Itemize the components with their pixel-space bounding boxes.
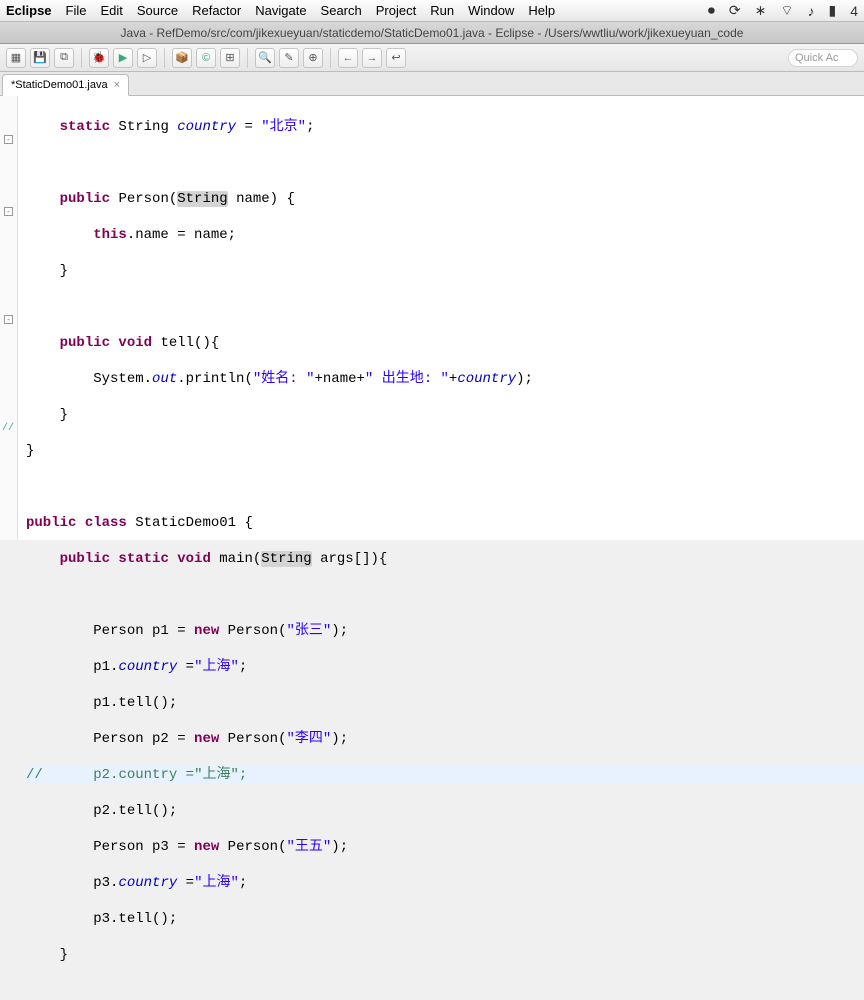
tab-staticdemo01[interactable]: *StaticDemo01.java × <box>2 74 129 96</box>
menu-navigate[interactable]: Navigate <box>255 3 306 18</box>
app-name: Eclipse <box>6 3 52 18</box>
quick-access[interactable]: Quick Ac <box>788 49 858 67</box>
annotation-button[interactable]: ⊕ <box>303 48 323 68</box>
code-editor[interactable]: static String country = "北京"; public Per… <box>18 96 864 540</box>
menu-project[interactable]: Project <box>376 3 416 18</box>
menu-edit[interactable]: Edit <box>100 3 122 18</box>
menubar: Eclipse File Edit Source Refactor Naviga… <box>0 0 864 22</box>
run-last-button[interactable]: ▷ <box>137 48 157 68</box>
volume-icon[interactable]: ♪ <box>807 3 814 19</box>
gutter[interactable]: - - - // <box>0 96 18 540</box>
menu-file[interactable]: File <box>66 3 87 18</box>
sync-icon[interactable]: ⟳ <box>729 2 741 19</box>
menu-source[interactable]: Source <box>137 3 178 18</box>
new-button[interactable]: ▦ <box>6 48 26 68</box>
open-type-button[interactable]: ⊞ <box>220 48 240 68</box>
fold-icon[interactable]: - <box>4 315 13 324</box>
recording-icon[interactable]: ⏺ <box>708 2 715 19</box>
toolbar: ▦ 💾 ⧉ 🐞 ▶ ▷ 📦 © ⊞ 🔍 ✎ ⊕ ← → ↩ Quick Ac <box>0 44 864 72</box>
menu-search[interactable]: Search <box>321 3 362 18</box>
last-edit-button[interactable]: ↩ <box>386 48 406 68</box>
editor-area: - - - // static String country = "北京"; p… <box>0 96 864 540</box>
bluetooth-icon[interactable]: ∗ <box>755 2 767 19</box>
search-button[interactable]: 🔍 <box>255 48 275 68</box>
menu-window[interactable]: Window <box>468 3 514 18</box>
wifi-icon[interactable]: ⌔ <box>780 2 793 20</box>
new-class-button[interactable]: © <box>196 48 216 68</box>
run-button[interactable]: ▶ <box>113 48 133 68</box>
battery-icon[interactable]: ▮ <box>828 2 836 19</box>
back-button[interactable]: ← <box>338 48 358 68</box>
comment-marker: // <box>2 423 14 434</box>
clock[interactable]: 4 <box>850 3 858 19</box>
menu-help[interactable]: Help <box>528 3 555 18</box>
toggle-mark-button[interactable]: ✎ <box>279 48 299 68</box>
forward-button[interactable]: → <box>362 48 382 68</box>
new-package-button[interactable]: 📦 <box>172 48 192 68</box>
window-title: Java - RefDemo/src/com/jikexueyuan/stati… <box>0 22 864 44</box>
debug-button[interactable]: 🐞 <box>89 48 109 68</box>
window-title-text: Java - RefDemo/src/com/jikexueyuan/stati… <box>121 26 744 40</box>
menu-refactor[interactable]: Refactor <box>192 3 241 18</box>
save-all-button[interactable]: ⧉ <box>54 48 74 68</box>
tab-label: *StaticDemo01.java <box>11 79 108 91</box>
close-icon[interactable]: × <box>114 79 120 91</box>
editor-tabbar: *StaticDemo01.java × <box>0 72 864 96</box>
fold-icon[interactable]: - <box>4 207 13 216</box>
fold-icon[interactable]: - <box>4 135 13 144</box>
save-button[interactable]: 💾 <box>30 48 50 68</box>
menu-run[interactable]: Run <box>430 3 454 18</box>
